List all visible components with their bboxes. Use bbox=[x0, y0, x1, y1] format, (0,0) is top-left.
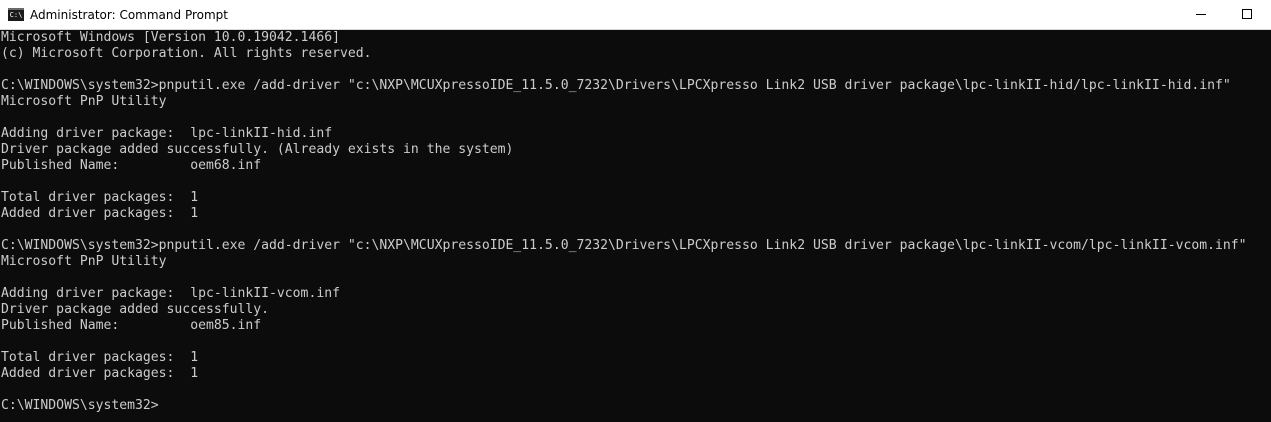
minimize-icon bbox=[1196, 14, 1206, 15]
console-line: Added driver packages: 1 bbox=[1, 366, 199, 381]
console-line: Adding driver package: lpc-linkII-vcom.i… bbox=[1, 286, 340, 301]
console-output[interactable]: Microsoft Windows [Version 10.0.19042.14… bbox=[1, 30, 1269, 422]
minimize-button[interactable] bbox=[1178, 0, 1224, 30]
console-line: Microsoft Windows [Version 10.0.19042.14… bbox=[1, 30, 340, 45]
console-line: C:\WINDOWS\system32>pnputil.exe /add-dri… bbox=[1, 238, 1247, 253]
console-line: Published Name: oem68.inf bbox=[1, 158, 262, 173]
console-prompt-line[interactable]: C:\WINDOWS\system32> bbox=[1, 398, 1269, 414]
command-prompt-window: C:\ Administrator: Command Prompt Micros… bbox=[0, 0, 1271, 422]
console-line: Added driver packages: 1 bbox=[1, 206, 199, 221]
console-line: C:\WINDOWS\system32>pnputil.exe /add-dri… bbox=[1, 78, 1231, 93]
console-line: Total driver packages: 1 bbox=[1, 350, 199, 365]
console-line: Total driver packages: 1 bbox=[1, 190, 199, 205]
console-line: Adding driver package: lpc-linkII-hid.in… bbox=[1, 126, 333, 141]
maximize-button[interactable] bbox=[1224, 0, 1270, 30]
console-line: Driver package added successfully. (Alre… bbox=[1, 142, 514, 157]
console-line: Microsoft PnP Utility bbox=[1, 254, 167, 269]
console-line: (c) Microsoft Corporation. All rights re… bbox=[1, 46, 372, 61]
console-line: Published Name: oem85.inf bbox=[1, 318, 262, 333]
console-line: Driver package added successfully. bbox=[1, 302, 270, 317]
console-line: Microsoft PnP Utility bbox=[1, 94, 167, 109]
window-title: Administrator: Command Prompt bbox=[30, 8, 228, 22]
title-bar[interactable]: C:\ Administrator: Command Prompt bbox=[0, 0, 1271, 30]
maximize-icon bbox=[1242, 9, 1252, 19]
cmd-icon[interactable]: C:\ bbox=[8, 8, 24, 21]
